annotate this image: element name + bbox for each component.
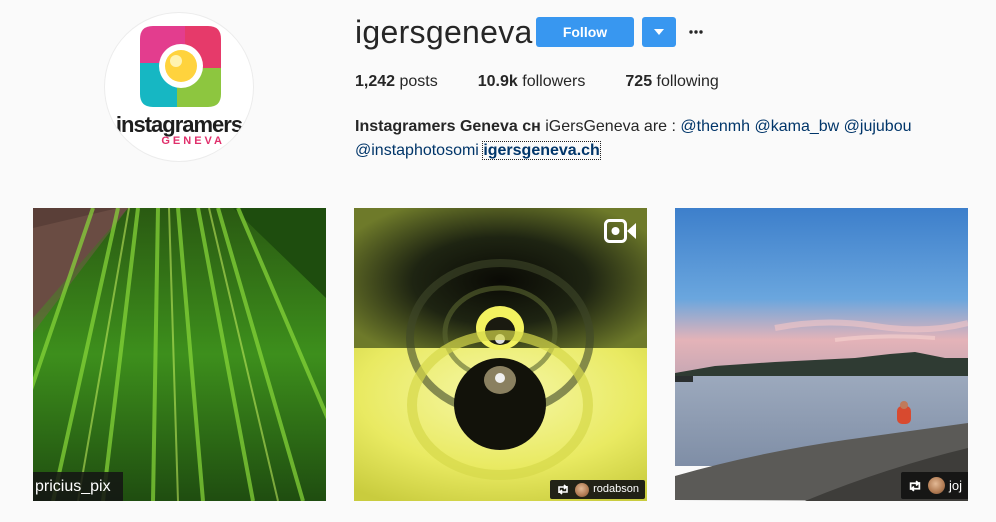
posts-stat: 1,242 posts [355,73,438,91]
post-thumbnail[interactable]: rodabson [354,208,647,501]
post-image [675,208,968,501]
followers-label: followers [522,73,586,90]
suggestions-dropdown-button[interactable] [642,17,676,47]
bio-mention[interactable]: @kama_bw [754,118,839,135]
repost-username: rodabson [593,483,639,495]
repost-attribution: joj [901,472,968,499]
post-image [354,208,647,501]
profile-stats: 1,242 posts 10.9k followers 725 followin… [355,73,759,91]
post-image [33,208,326,501]
video-camera-icon [604,219,636,243]
post-thumbnail[interactable]: pricius_pix [33,208,326,501]
follow-button[interactable]: Follow [536,17,634,47]
caret-down-icon [654,29,664,35]
repost-attribution: rodabson [550,480,645,499]
posts-label: posts [399,73,438,90]
profile-username: igersgeneva [355,14,533,50]
posts-count: 1,242 [355,73,396,90]
post-thumbnail[interactable]: joj [675,208,968,501]
repost-username: joj [949,478,963,493]
post-user-tag: pricius_pix [33,472,123,501]
following-label: following [656,73,719,90]
followers-count: 10.9k [477,73,518,90]
following-stat[interactable]: 725 following [625,73,718,91]
bio-full-name: Instagramers Geneva ᴄʜ [355,118,541,135]
bio-mention[interactable]: @thenmh [680,118,750,135]
bio-text: iGersGeneva are : [545,118,676,135]
repost-avatar [575,482,590,497]
following-count: 725 [625,73,653,90]
repost-icon [909,479,921,492]
followers-stat[interactable]: 10.9k followers [478,73,586,91]
bio-mention[interactable]: @instaphotosomi [355,142,479,159]
logo-subtext: GENEVA [161,135,225,147]
bio-mention[interactable]: @jujubou [844,118,912,135]
repost-avatar [928,477,945,494]
bio-website-link[interactable]: igersgeneva.ch [482,141,601,160]
more-options-icon[interactable] [688,25,704,39]
profile-avatar[interactable]: instagramers GENEVA [104,12,254,162]
repost-icon [558,484,568,495]
profile-bio: Instagramers Geneva ᴄʜ iGersGeneva are :… [355,115,915,163]
